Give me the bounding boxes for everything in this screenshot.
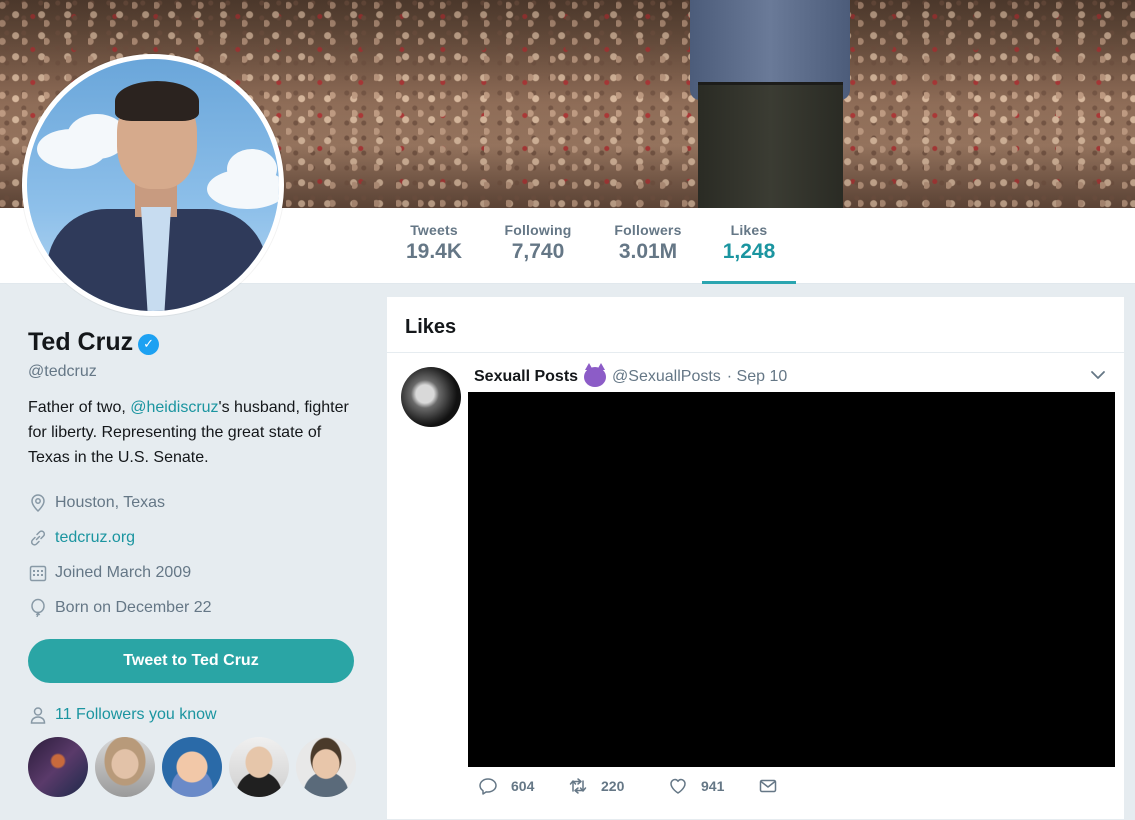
nav-likes-label: Likes	[730, 222, 768, 238]
banner-speaker-figure	[690, 0, 850, 208]
profile-handle[interactable]: @tedcruz	[28, 363, 358, 381]
likes-timeline: Likes Sexuall Posts @SexuallPosts · Sep …	[387, 297, 1124, 820]
tweet-card[interactable]: Sexuall Posts @SexuallPosts · Sep 10 604…	[387, 353, 1124, 820]
tweet-actions: 604 220 941	[478, 776, 791, 796]
nav-followers-count: 3.01M	[618, 240, 678, 263]
profile-joined: Joined March 2009	[28, 555, 358, 590]
tweet-author-avatar[interactable]	[401, 367, 461, 427]
profile-bio: Father of two, @heidiscruz's husband, fi…	[28, 395, 358, 470]
location-text: Houston, Texas	[55, 493, 165, 511]
nav-tweets-count: 19.4K	[405, 240, 463, 263]
birthday-text: Born on December 22	[55, 598, 212, 616]
balloon-icon	[31, 598, 45, 617]
joined-text: Joined March 2009	[55, 563, 192, 581]
reply-icon	[479, 778, 497, 795]
tweet-author-name[interactable]: Sexuall Posts	[474, 368, 578, 386]
follower-avatar[interactable]	[95, 737, 155, 797]
follower-avatar[interactable]	[296, 737, 356, 797]
like-count: 941	[701, 778, 725, 794]
reply-count: 604	[511, 778, 535, 794]
nav-likes-count: 1,248	[722, 240, 776, 263]
followers-you-know-link[interactable]: 11 Followers you know	[55, 706, 217, 724]
website-link[interactable]: tedcruz.org	[55, 529, 135, 547]
followers-you-know[interactable]: 11 Followers you know	[28, 705, 358, 725]
profile-website: tedcruz.org	[28, 520, 358, 555]
person-icon	[30, 707, 46, 724]
heart-icon	[670, 778, 686, 794]
profile-name[interactable]: Ted Cruz	[28, 328, 133, 357]
like-action[interactable]: 941	[668, 776, 758, 796]
tweet-media[interactable]	[468, 392, 1115, 767]
profile-birthday: Born on December 22	[28, 590, 358, 625]
nav-following[interactable]: Following 7,740	[498, 222, 578, 284]
location-pin-icon	[31, 493, 45, 512]
follower-avatar[interactable]	[162, 737, 222, 797]
timeline-header: Likes	[387, 297, 1124, 353]
direct-message-action[interactable]	[758, 776, 791, 796]
chevron-down-icon[interactable]	[1088, 365, 1108, 385]
bio-text-start: Father of two,	[28, 399, 131, 416]
nav-following-label: Following	[504, 222, 572, 238]
profile-avatar[interactable]	[22, 54, 284, 316]
reply-action[interactable]: 604	[478, 776, 568, 796]
nav-tweets[interactable]: Tweets 19.4K	[398, 222, 470, 284]
nav-followers-label: Followers	[614, 222, 682, 238]
nav-followers[interactable]: Followers 3.01M	[608, 222, 688, 284]
follower-avatar[interactable]	[28, 737, 88, 797]
followers-you-know-avatars	[28, 737, 358, 797]
follower-avatar[interactable]	[229, 737, 289, 797]
retweet-icon	[569, 778, 587, 794]
tweet-timestamp[interactable]: · Sep 10	[727, 368, 787, 386]
bio-mention-link[interactable]: @heidiscruz	[130, 399, 218, 416]
link-icon	[30, 529, 46, 546]
envelope-icon	[759, 779, 777, 793]
retweet-count: 220	[601, 778, 625, 794]
nav-likes[interactable]: Likes 1,248	[702, 222, 796, 284]
tweet-to-button[interactable]: Tweet to Ted Cruz	[28, 639, 354, 683]
profile-sidebar: Ted Cruz ✓ @tedcruz Father of two, @heid…	[28, 328, 358, 797]
timeline-title: Likes	[405, 316, 457, 338]
nav-tweets-label: Tweets	[410, 222, 458, 238]
tweet-header: Sexuall Posts @SexuallPosts · Sep 10	[474, 363, 787, 387]
profile-location: Houston, Texas	[28, 485, 358, 520]
tweet-author-handle[interactable]: @SexuallPosts	[612, 368, 721, 386]
smiling-devil-emoji-icon	[584, 363, 607, 387]
calendar-icon	[29, 565, 47, 581]
retweet-action[interactable]: 220	[568, 776, 668, 796]
nav-following-count: 7,740	[511, 240, 565, 263]
verified-badge-icon: ✓	[138, 333, 160, 355]
